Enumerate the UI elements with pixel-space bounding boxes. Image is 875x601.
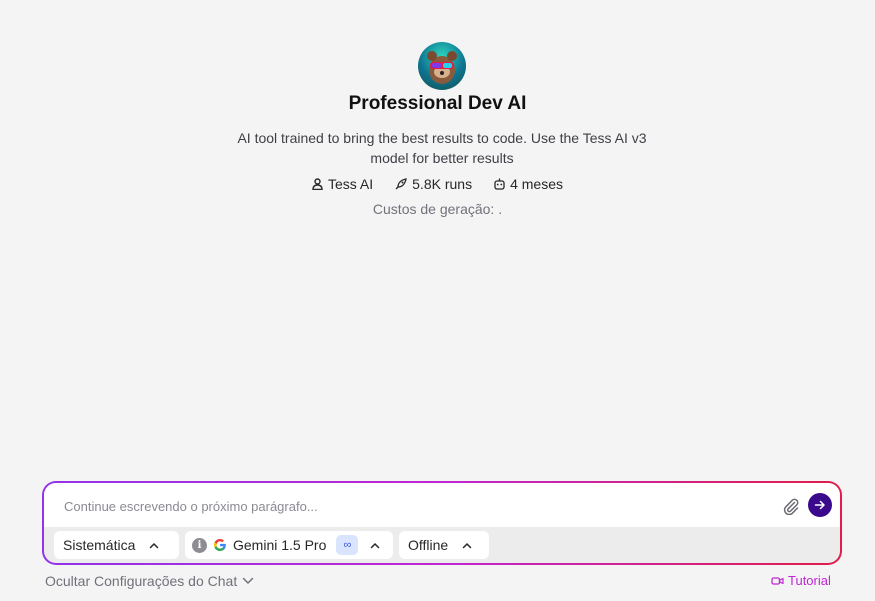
google-icon [214, 539, 226, 551]
chevron-up-icon [371, 542, 380, 548]
model-select[interactable]: i Gemini 1.5 Pro ∞ [185, 531, 393, 559]
chat-page: Professional Dev AI AI tool trained to b… [0, 0, 875, 601]
rocket-icon [395, 178, 407, 190]
tutorial-label: Tutorial [788, 573, 831, 588]
user-icon [312, 178, 323, 190]
video-icon [771, 576, 784, 585]
agent-author: Tess AI [312, 176, 373, 192]
paperclip-icon [783, 498, 799, 515]
chevron-up-icon [150, 542, 159, 548]
chat-controls: Sistemática i Gemini 1.5 Pro ∞ Offline [54, 531, 489, 559]
robot-icon [494, 178, 505, 190]
chat-composer: Sistemática i Gemini 1.5 Pro ∞ [42, 481, 842, 565]
chevron-up-icon [462, 542, 472, 548]
status-select[interactable]: Offline [399, 531, 489, 559]
agent-description: AI tool trained to bring the best result… [237, 130, 647, 166]
system-mode-select[interactable]: Sistemática [54, 531, 179, 559]
arrow-right-icon [814, 500, 825, 510]
generation-cost: Custos de geração: . [372, 201, 503, 217]
agent-runs-label: 5.8K runs [412, 176, 473, 192]
agent-title: Professional Dev AI [348, 93, 527, 114]
agent-author-label: Tess AI [328, 176, 374, 192]
chevron-down-icon [242, 577, 254, 585]
agent-age-label: 4 meses [510, 176, 563, 192]
send-button[interactable] [808, 493, 832, 517]
status-label: Offline [408, 537, 449, 553]
agent-avatar [418, 42, 466, 90]
agent-meta: Tess AI 5.8K runs 4 meses [0, 176, 875, 192]
prompt-input[interactable] [64, 495, 764, 517]
info-icon[interactable]: i [192, 537, 207, 553]
composer-input-area [44, 483, 840, 527]
attach-button[interactable] [780, 495, 802, 517]
toggle-chat-settings-label: Ocultar Configurações do Chat [45, 573, 238, 589]
agent-age: 4 meses [494, 176, 563, 192]
tutorial-link[interactable]: Tutorial [771, 573, 831, 588]
agent-runs: 5.8K runs [395, 176, 472, 192]
composer-body: Sistemática i Gemini 1.5 Pro ∞ [44, 483, 840, 563]
toggle-chat-settings-button[interactable]: Ocultar Configurações do Chat [45, 573, 254, 589]
system-mode-label: Sistemática [63, 537, 136, 553]
unlimited-badge: ∞ [336, 535, 359, 555]
model-label: Gemini 1.5 Pro [233, 537, 327, 553]
